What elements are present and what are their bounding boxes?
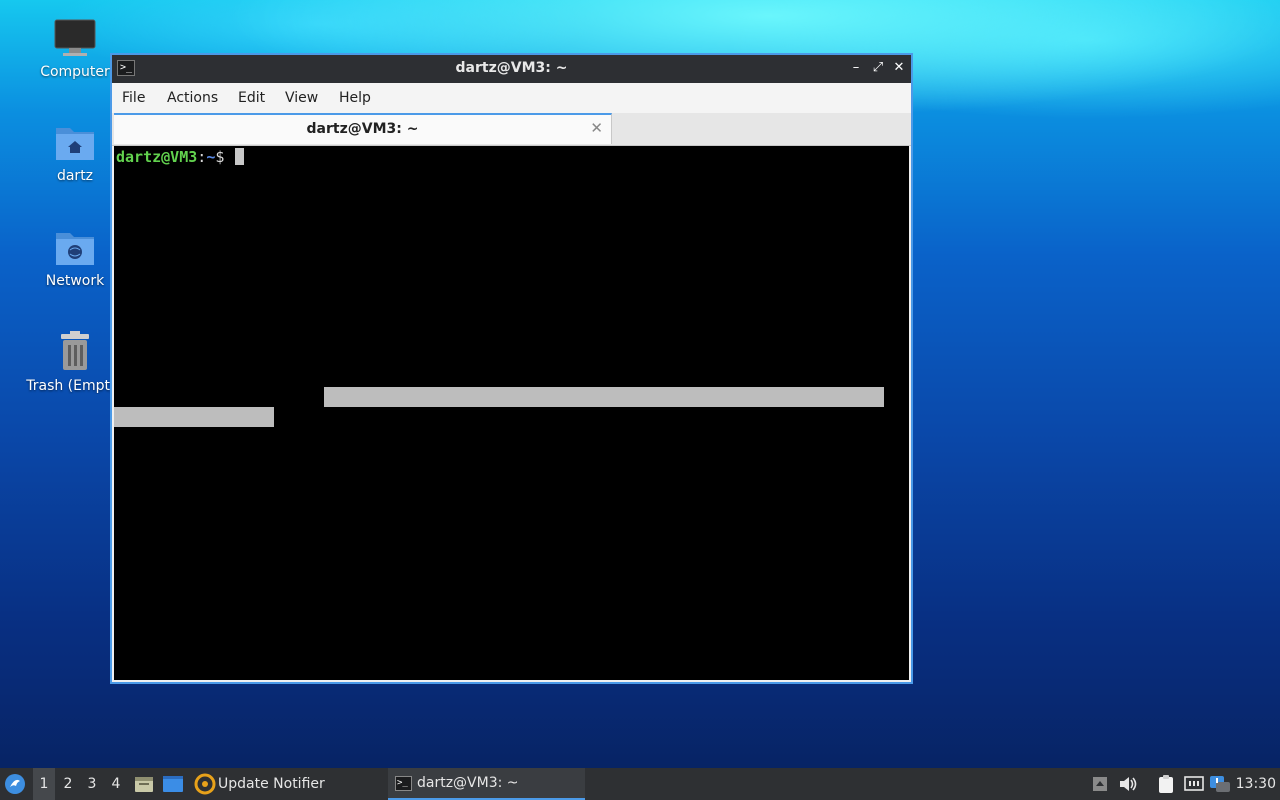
volume-icon[interactable] xyxy=(1118,775,1138,793)
prompt-dollar: $ xyxy=(215,148,234,166)
network-icon[interactable] xyxy=(1183,774,1205,794)
menu-view[interactable]: View xyxy=(285,90,318,106)
clock[interactable]: 13:30 xyxy=(1236,768,1276,800)
terminal-window[interactable]: >_ dartz@VM3: ~ – ⤢ ✕ File Actions Edit … xyxy=(110,53,913,684)
prompt-separator: : xyxy=(197,148,207,166)
maximize-button[interactable]: ⤢ xyxy=(869,59,887,77)
selection-highlight xyxy=(114,407,274,427)
menu-bar: File Actions Edit View Help xyxy=(112,83,911,113)
menu-file[interactable]: File xyxy=(122,90,145,106)
file-manager-launcher[interactable] xyxy=(134,774,154,794)
tab-bar: dartz@VM3: ~ ✕ xyxy=(112,113,911,146)
computer-icon xyxy=(54,19,96,56)
taskbar-task-label: dartz@VM3: ~ xyxy=(417,775,519,791)
menu-actions[interactable]: Actions xyxy=(167,90,218,106)
start-menu-button[interactable] xyxy=(4,773,26,795)
app-menu-icon xyxy=(5,774,25,794)
show-desktop-launcher[interactable] xyxy=(162,774,184,794)
selection-highlight xyxy=(324,387,884,407)
desktop-icon xyxy=(163,776,183,792)
prompt-path: ~ xyxy=(206,148,216,166)
tab-close-icon[interactable]: ✕ xyxy=(590,119,603,137)
workspace-1[interactable]: 1 xyxy=(33,768,55,800)
home-folder-icon xyxy=(56,128,94,160)
taskbar-task-terminal[interactable]: >_ dartz@VM3: ~ xyxy=(388,768,585,800)
taskbar: 1 2 3 4 Update Notifier >_ dartz@VM3: ~ xyxy=(0,768,1280,800)
window-titlebar[interactable]: >_ dartz@VM3: ~ – ⤢ ✕ xyxy=(112,55,911,83)
minimize-button[interactable]: – xyxy=(847,59,865,77)
terminal-area[interactable]: dartz@VM3:~$ xyxy=(114,146,909,680)
clipboard-icon[interactable] xyxy=(1156,774,1176,794)
window-title: dartz@VM3: ~ xyxy=(455,60,568,76)
workspace-4[interactable]: 4 xyxy=(105,768,127,800)
update-notifier-icon[interactable] xyxy=(194,773,216,795)
trash-icon xyxy=(61,331,89,370)
tab-terminal[interactable]: dartz@VM3: ~ ✕ xyxy=(114,113,612,144)
prompt-user-host: dartz@VM3 xyxy=(116,148,198,166)
terminal-task-icon: >_ xyxy=(395,776,412,791)
close-button[interactable]: ✕ xyxy=(890,59,908,77)
menu-help[interactable]: Help xyxy=(339,90,371,106)
workspace-2[interactable]: 2 xyxy=(57,768,79,800)
menu-edit[interactable]: Edit xyxy=(238,90,265,106)
terminal-cursor xyxy=(235,148,245,165)
network-folder-icon xyxy=(56,233,94,265)
notification-icon[interactable] xyxy=(1209,774,1231,794)
tray-expand-icon[interactable] xyxy=(1092,776,1108,792)
tab-label: dartz@VM3: ~ xyxy=(306,121,419,137)
workspace-3[interactable]: 3 xyxy=(81,768,103,800)
file-manager-icon xyxy=(135,777,153,792)
prompt-line: dartz@VM3:~$ xyxy=(116,148,245,166)
update-notifier-label[interactable]: Update Notifier xyxy=(218,768,325,800)
